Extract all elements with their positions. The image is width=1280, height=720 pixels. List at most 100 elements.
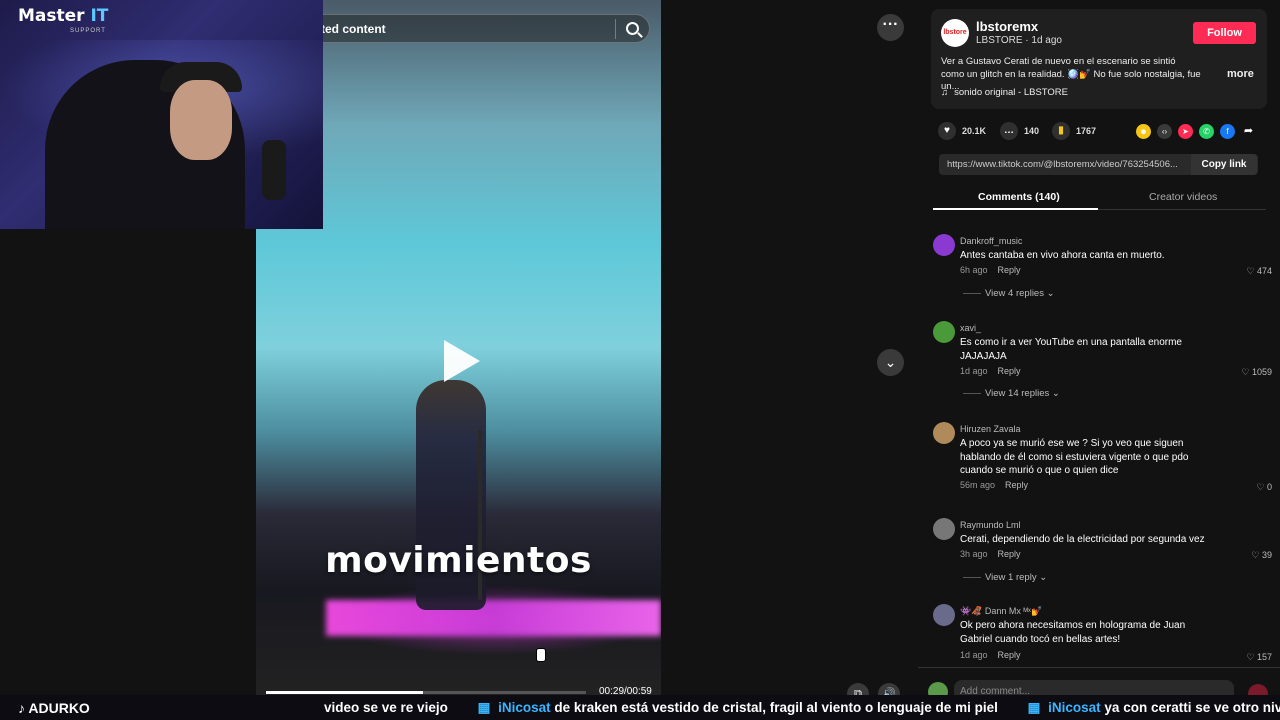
ticker-user: iNicosat: [1048, 700, 1101, 715]
channel-label: ADURKO: [28, 700, 90, 716]
search-bar[interactable]: ted content: [300, 14, 650, 43]
channel-name: ♪ ADURKO: [18, 700, 90, 716]
bookmark-icon[interactable]: ▮: [1052, 122, 1070, 140]
ticker-user: iNicosat: [498, 700, 551, 715]
reply-button[interactable]: Reply: [998, 650, 1021, 660]
user-badge-icon: ▦: [1027, 700, 1041, 715]
commenter-name[interactable]: xavi_: [960, 323, 981, 333]
comment-likes[interactable]: ♡ 157: [1246, 652, 1272, 663]
chevron-down-icon: ⌄: [1046, 288, 1055, 299]
video-progress-bar[interactable]: [266, 691, 586, 694]
share-arrow-icon[interactable]: ➦: [1241, 124, 1256, 139]
view-replies-label: View 1 reply: [985, 572, 1037, 583]
cursor-icon: [536, 648, 546, 662]
streamer-face: [170, 80, 232, 160]
webcam-overlay: Master IT SUPPORT: [0, 0, 323, 229]
play-icon[interactable]: [444, 340, 480, 382]
creator-subline: LBSTORE · 1d ago: [976, 35, 1062, 46]
post-card: lbstore lbstoremx LBSTORE · 1d ago Follo…: [931, 9, 1267, 109]
send-icon[interactable]: ➤: [1178, 124, 1193, 139]
comment-meta: 1d ago Reply: [960, 366, 1021, 376]
comment-likes[interactable]: ♡ 0: [1256, 482, 1272, 493]
comment-like-count: 1059: [1251, 367, 1272, 377]
commenter-name[interactable]: Dankroff_music: [960, 236, 1022, 246]
creator-username[interactable]: lbstoremx: [976, 19, 1038, 34]
comment-text: Es como ir a ver YouTube en una pantalla…: [960, 337, 1182, 362]
streamer-mic: [262, 140, 286, 200]
tiktok-icon: ♪: [18, 700, 25, 716]
tab-underline: [933, 208, 1098, 210]
comment-age: 1d ago: [960, 650, 988, 660]
comment-likes[interactable]: ♡ 39: [1251, 550, 1272, 561]
comment-text: Ok pero ahora necesitamos en holograma d…: [960, 620, 1186, 645]
comment-like-count: 39: [1261, 550, 1272, 560]
ticker-message: video se ve re viejo: [324, 700, 448, 715]
commenter-name[interactable]: Raymundo Lml: [960, 520, 1021, 530]
reply-button[interactable]: Reply: [1005, 480, 1028, 490]
engagement-bar: ♥ 20.1K … 140 ▮ 1767 ☻ ‹› ➤ ✆ f ➦: [938, 122, 1268, 142]
commenter-name[interactable]: Hiruzen Zavala: [960, 424, 1021, 434]
commenter-avatar[interactable]: [933, 604, 955, 626]
sound-link[interactable]: ♫ sonido original - LBSTORE: [941, 87, 1068, 98]
heart-icon[interactable]: ♥: [938, 122, 956, 140]
comment-text: Antes cantaba en vivo ahora canta en mue…: [960, 250, 1165, 261]
view-replies-button[interactable]: View 1 reply ⌄: [963, 572, 1047, 583]
view-replies-button[interactable]: View 14 replies ⌄: [963, 388, 1060, 399]
next-video-button[interactable]: ⌄: [877, 349, 904, 376]
comment-likes[interactable]: ♡ 474: [1246, 266, 1272, 277]
comment-stat[interactable]: … 140: [1000, 122, 1039, 140]
video-url[interactable]: https://www.tiktok.com/@lbstoremx/video/…: [947, 159, 1192, 170]
user-badge-icon: ▦: [477, 700, 491, 715]
comment-age: 56m ago: [960, 480, 996, 490]
tab-creator-videos[interactable]: Creator videos: [1149, 191, 1217, 203]
creator-avatar[interactable]: lbstore: [941, 19, 969, 47]
more-link[interactable]: more: [1227, 68, 1254, 80]
reply-button[interactable]: Reply: [998, 366, 1021, 376]
like-stat[interactable]: ♥ 20.1K: [938, 122, 986, 140]
side-panel: lbstore lbstoremx LBSTORE · 1d ago Follo…: [918, 0, 1280, 704]
comment-count: 140: [1024, 126, 1040, 136]
view-replies-button[interactable]: View 4 replies ⌄: [963, 288, 1055, 299]
chat-ticker: ♪ ADURKO video se ve re viejo ▦ iNicosat…: [0, 695, 1280, 720]
comment-meta: 6h ago Reply: [960, 265, 1021, 275]
comment-icon[interactable]: …: [1000, 122, 1018, 140]
commenter-avatar[interactable]: [933, 321, 955, 343]
view-replies-label: View 14 replies: [985, 388, 1050, 399]
reply-button[interactable]: Reply: [998, 265, 1021, 275]
comment-text: Cerati, dependiendo de la electricidad p…: [960, 534, 1205, 545]
screen: movimientos 00:29/00:59 ⧉ 🔊 ted content …: [0, 0, 1280, 720]
ticker-message: ya con ceratti se ve otro nivel: [1104, 700, 1280, 715]
friends-share-icon[interactable]: ☻: [1136, 124, 1151, 139]
embed-icon[interactable]: ‹›: [1157, 124, 1172, 139]
ticker-message: de kraken está vestido de cristal, fragi…: [554, 700, 998, 715]
save-stat[interactable]: ▮ 1767: [1052, 122, 1096, 140]
comment-like-count: 157: [1256, 652, 1272, 662]
sound-label: sonido original - LBSTORE: [954, 87, 1069, 98]
comment-like-count: 0: [1266, 482, 1272, 492]
more-options-button[interactable]: ···: [877, 14, 904, 41]
commenter-name[interactable]: 👾🦧 Dann Mx ᴹˣ💅: [960, 606, 1042, 617]
commenter-avatar[interactable]: [933, 234, 955, 256]
search-icon[interactable]: [626, 22, 639, 35]
video-caption: movimientos: [325, 540, 592, 581]
commenter-avatar[interactable]: [933, 518, 955, 540]
comment-age: 1d ago: [960, 366, 988, 376]
copy-link-button[interactable]: Copy link: [1191, 154, 1257, 175]
reply-button[interactable]: Reply: [998, 549, 1021, 559]
chevron-down-icon: ⌄: [1039, 572, 1048, 583]
ticker-feed: video se ve re viejo ▦ iNicosat de krake…: [324, 700, 1280, 716]
comment-age: 3h ago: [960, 549, 988, 559]
follow-button[interactable]: Follow: [1193, 22, 1256, 44]
link-box: https://www.tiktok.com/@lbstoremx/video/…: [939, 154, 1258, 175]
add-comment-bar: Add comment...: [918, 667, 1280, 704]
whatsapp-icon[interactable]: ✆: [1199, 124, 1214, 139]
facebook-icon[interactable]: f: [1220, 124, 1235, 139]
comment-likes[interactable]: ♡ 1059: [1241, 367, 1272, 378]
like-count: 20.1K: [962, 126, 987, 136]
chevron-down-icon: ⌄: [1051, 388, 1060, 399]
logo-main: Master: [18, 6, 91, 26]
tab-comments[interactable]: Comments (140): [978, 191, 1060, 203]
logo-subtitle: SUPPORT: [70, 28, 106, 34]
commenter-avatar[interactable]: [933, 422, 955, 444]
comment-tabs: Comments (140) Creator videos: [933, 186, 1266, 210]
